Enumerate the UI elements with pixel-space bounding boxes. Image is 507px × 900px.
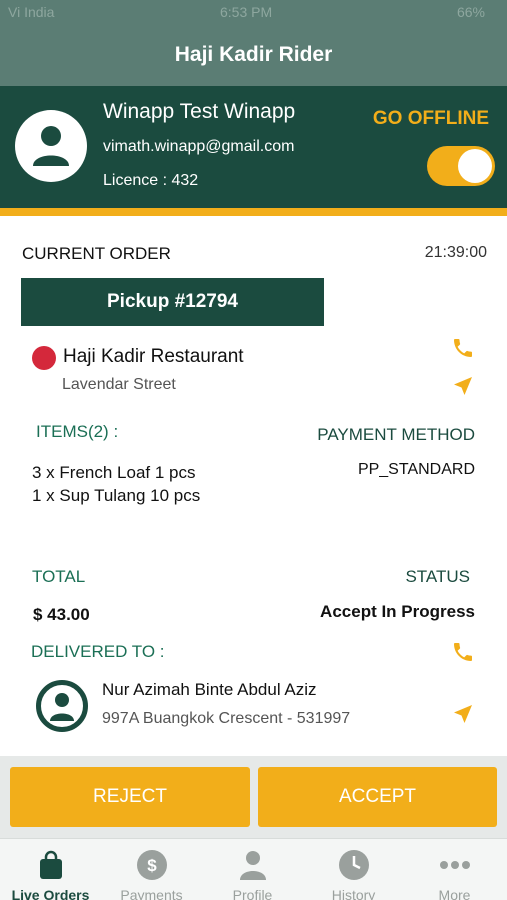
svg-text:$: $ bbox=[147, 856, 157, 875]
tab-label: Live Orders bbox=[11, 887, 90, 900]
tab-profile[interactable]: Profile bbox=[202, 839, 303, 900]
tab-label: Payments bbox=[120, 887, 183, 900]
tab-live-orders[interactable]: Live Orders bbox=[0, 839, 101, 900]
payment-method-value: PP_STANDARD bbox=[357, 461, 475, 478]
restaurant-logo-icon bbox=[32, 346, 56, 370]
clock-icon bbox=[338, 850, 369, 880]
person-icon bbox=[50, 693, 74, 721]
tab-history[interactable]: History bbox=[303, 839, 404, 900]
customer-navigate-icon[interactable] bbox=[451, 702, 475, 726]
order-actions: REJECT ACCEPT bbox=[0, 756, 507, 838]
order-time: 21:39:00 bbox=[424, 244, 487, 261]
person-icon bbox=[33, 126, 69, 166]
reject-button[interactable]: REJECT bbox=[10, 767, 250, 827]
accept-button[interactable]: ACCEPT bbox=[258, 767, 497, 827]
accent-divider bbox=[0, 208, 507, 216]
status-value: Accept In Progress bbox=[320, 602, 475, 621]
bag-icon bbox=[39, 850, 62, 879]
status-label: STATUS bbox=[405, 567, 470, 586]
customer-name: Nur Azimah Binte Abdul Aziz bbox=[102, 680, 317, 699]
items-label: ITEMS(2) : bbox=[36, 422, 119, 441]
online-toggle[interactable] bbox=[427, 146, 495, 186]
restaurant-navigate-icon[interactable] bbox=[451, 374, 475, 398]
tab-label: History bbox=[331, 887, 376, 900]
restaurant-name: Haji Kadir Restaurant bbox=[63, 346, 244, 367]
tab-more[interactable]: More bbox=[404, 839, 505, 900]
order-item: 3 x French Loaf 1 pcs bbox=[32, 463, 196, 482]
total-value: $ 43.00 bbox=[33, 605, 90, 624]
customer-phone-icon[interactable] bbox=[451, 640, 475, 664]
rider-avatar[interactable] bbox=[15, 110, 87, 182]
toggle-knob bbox=[458, 149, 492, 183]
tab-payments[interactable]: $ Payments bbox=[101, 839, 202, 900]
rider-profile-header: Winapp Test Winapp vimath.winapp@gmail.c… bbox=[0, 86, 507, 208]
payment-method-label: PAYMENT METHOD bbox=[317, 425, 475, 444]
tab-label: More bbox=[438, 887, 471, 900]
app-bar: Haji Kadir Rider bbox=[0, 26, 507, 86]
current-order-title: CURRENT ORDER bbox=[22, 244, 171, 263]
app-title: Haji Kadir Rider bbox=[174, 43, 333, 66]
rider-licence: Licence : 432 bbox=[103, 172, 199, 189]
delivered-to-label: DELIVERED TO : bbox=[31, 642, 165, 661]
restaurant-street: Lavendar Street bbox=[62, 376, 176, 393]
order-item: 1 x Sup Tulang 10 pcs bbox=[32, 486, 201, 505]
customer-address: 997A Buangkok Crescent - 531997 bbox=[102, 710, 351, 727]
carrier-label: Vi India bbox=[8, 4, 55, 20]
pickup-button[interactable]: Pickup #12794 bbox=[21, 278, 324, 326]
current-order-card: CURRENT ORDER 21:39:00 Pickup #12794 Haj… bbox=[0, 216, 507, 756]
customer-avatar bbox=[36, 680, 88, 732]
dollar-icon: $ bbox=[136, 850, 167, 880]
more-dots-icon bbox=[439, 861, 470, 869]
battery-label: 66% bbox=[456, 4, 485, 20]
tab-label: Profile bbox=[232, 887, 273, 900]
go-offline-label: GO OFFLINE bbox=[372, 108, 489, 129]
total-label: TOTAL bbox=[32, 567, 86, 586]
clock-label: 6:53 PM bbox=[220, 4, 273, 20]
person-icon bbox=[239, 851, 266, 880]
restaurant-phone-icon[interactable] bbox=[451, 336, 475, 360]
status-bar: Vi India 6:53 PM 66% bbox=[0, 0, 507, 26]
rider-name: Winapp Test Winapp bbox=[103, 100, 296, 123]
rider-email: vimath.winapp@gmail.com bbox=[103, 138, 295, 155]
bottom-tab-bar: Live Orders $ Payments Profile History M… bbox=[0, 838, 507, 900]
